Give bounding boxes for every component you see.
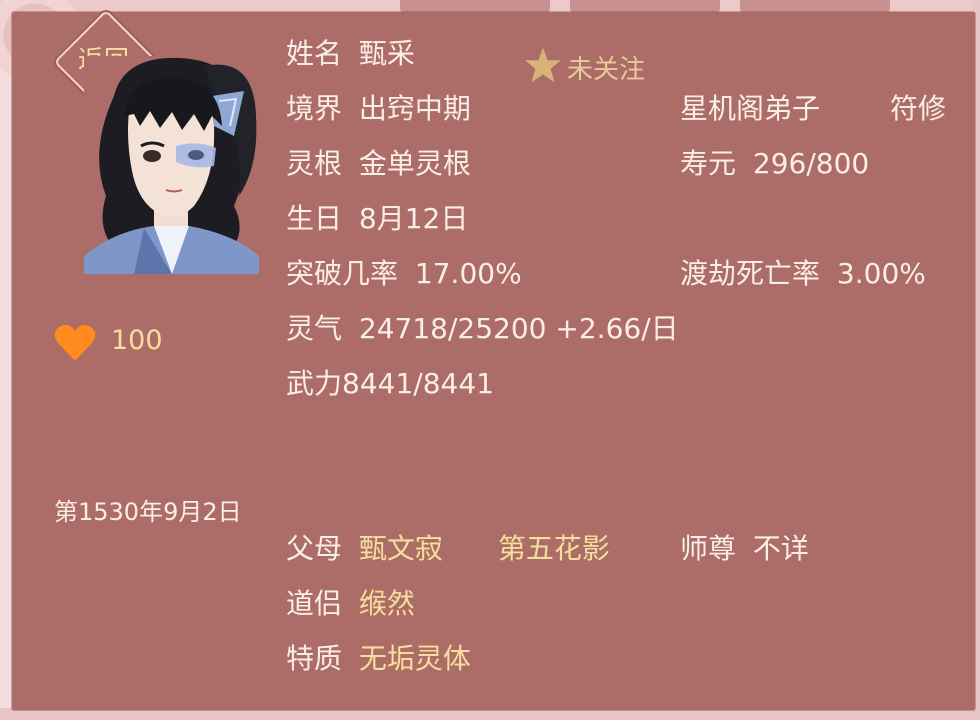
master-row: 师尊 不详 bbox=[680, 531, 809, 567]
master-label: 师尊 bbox=[680, 532, 737, 565]
qi-row: 灵气 24718/25200 +2.66/日 bbox=[286, 311, 679, 347]
birthday-row: 生日 8月12日 bbox=[286, 201, 468, 237]
parents-label: 父母 bbox=[286, 532, 343, 565]
lifespan-label: 寿元 bbox=[680, 147, 737, 180]
breakthrough-value: 17.00% bbox=[414, 257, 522, 290]
tribulation-label: 渡劫死亡率 bbox=[680, 257, 821, 290]
character-name: 甄采 bbox=[358, 37, 415, 70]
breakthrough-row: 突破几率 17.00% bbox=[286, 256, 522, 292]
game-date: 第1530年9月2日 bbox=[54, 498, 242, 526]
sect-value: 星机阁弟子 bbox=[680, 92, 821, 125]
trait-link[interactable]: 无垢灵体 bbox=[359, 642, 471, 675]
power-label: 武力 bbox=[286, 367, 343, 400]
root-label: 灵根 bbox=[286, 147, 343, 180]
profession-value: 符修 bbox=[890, 92, 947, 125]
breakthrough-label: 突破几率 bbox=[286, 257, 399, 290]
parents-row: 父母 甄文寂 第五花影 bbox=[286, 531, 610, 567]
tribulation-row: 渡劫死亡率 3.00% bbox=[680, 256, 926, 292]
star-icon[interactable] bbox=[524, 46, 562, 84]
birthday-value: 8月12日 bbox=[358, 202, 469, 235]
father-link[interactable]: 甄文寂 bbox=[359, 532, 443, 565]
mother-link[interactable]: 第五花影 bbox=[498, 532, 610, 565]
birthday-label: 生日 bbox=[286, 202, 343, 235]
master-value: 不详 bbox=[752, 532, 809, 565]
affection-value: 100 bbox=[111, 325, 163, 356]
qi-value: 24718/25200 +2.66/日 bbox=[358, 312, 679, 345]
name-row: 姓名 甄采 bbox=[286, 36, 415, 72]
realm-row: 境界 出窍中期 bbox=[286, 91, 471, 127]
lifespan-row: 寿元 296/800 bbox=[680, 146, 869, 182]
power-value: 8441/8441 bbox=[342, 367, 494, 400]
power-row: 武力8441/8441 bbox=[286, 366, 494, 402]
character-info-panel: 返回 100 第1530年9月2日 姓名 甄 bbox=[12, 9, 975, 710]
realm-value: 出窍中期 bbox=[358, 92, 471, 125]
character-portrait bbox=[84, 56, 259, 274]
lifespan-value: 296/800 bbox=[752, 147, 870, 180]
root-value: 金单灵根 bbox=[358, 147, 471, 180]
trait-label: 特质 bbox=[286, 642, 343, 675]
name-label: 姓名 bbox=[286, 37, 343, 70]
partner-link[interactable]: 缑然 bbox=[359, 587, 415, 620]
qi-label: 灵气 bbox=[286, 312, 343, 345]
partner-row: 道侣 缑然 bbox=[286, 586, 415, 622]
heart-icon bbox=[54, 324, 96, 361]
realm-label: 境界 bbox=[286, 92, 343, 125]
follow-toggle[interactable]: 未关注 bbox=[567, 49, 645, 86]
root-row: 灵根 金单灵根 bbox=[286, 146, 471, 182]
partner-label: 道侣 bbox=[286, 587, 343, 620]
tribulation-value: 3.00% bbox=[836, 257, 926, 290]
trait-row: 特质 无垢灵体 bbox=[286, 641, 471, 677]
